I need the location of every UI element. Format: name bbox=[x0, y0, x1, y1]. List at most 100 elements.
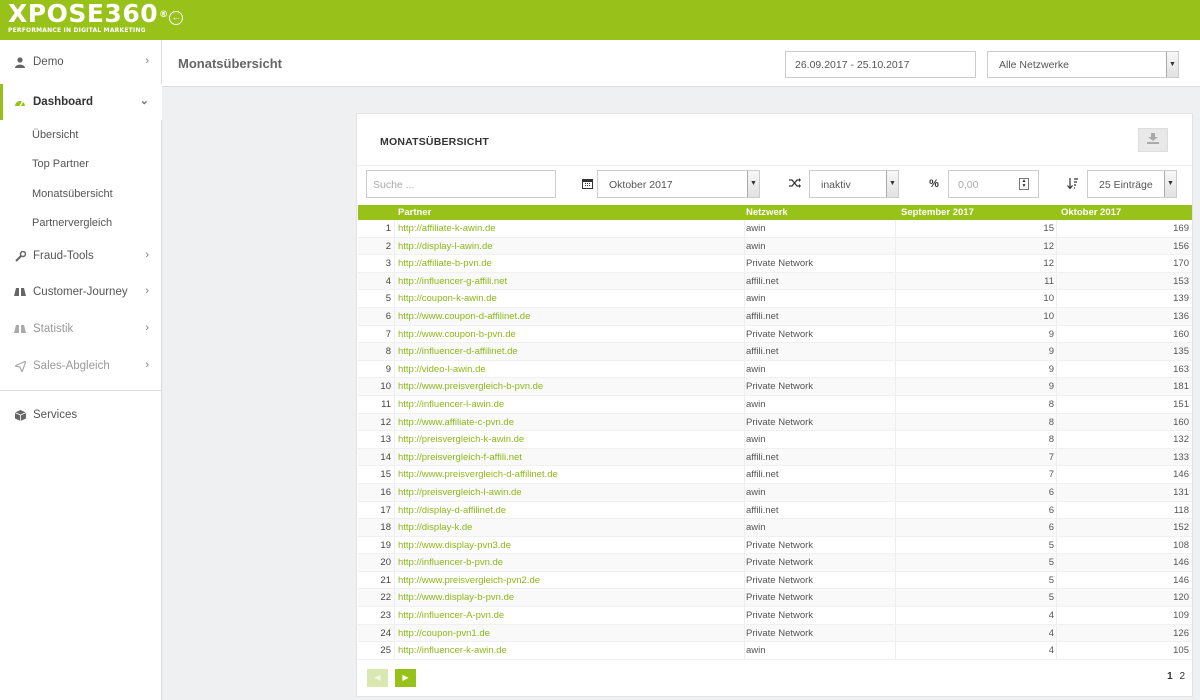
september-value: 5 bbox=[1048, 592, 1054, 604]
sidebar-subitem-partnervergleich[interactable]: Partnervergleich bbox=[32, 217, 112, 229]
column-divider bbox=[394, 395, 395, 413]
sidebar-subitem-top-partner[interactable]: Top Partner bbox=[32, 158, 89, 170]
column-header-september[interactable]: September 2017 bbox=[901, 207, 974, 218]
page-link-1[interactable]: 1 bbox=[1167, 671, 1173, 682]
partner-link[interactable]: http://influencer-l-awin.de bbox=[398, 399, 504, 410]
logo[interactable]: XPOSE360® PERFORMANCE IN DIGITAL MARKETI… bbox=[8, 1, 169, 35]
column-divider bbox=[744, 237, 745, 255]
oktober-value: 160 bbox=[1173, 416, 1189, 428]
sidebar-item-statistik[interactable]: Statistik › bbox=[0, 311, 162, 347]
row-index: 22 bbox=[380, 592, 391, 604]
table-row: 2 http://display-l-awin.de awin 12 156 bbox=[358, 237, 1192, 256]
column-divider bbox=[744, 501, 745, 519]
collapse-sidebar-icon[interactable]: ← bbox=[169, 11, 183, 25]
entries-select[interactable]: 25 Einträge ▼ bbox=[1087, 170, 1177, 198]
sidebar-subitem-uebersicht[interactable]: Übersicht bbox=[32, 129, 78, 141]
month-select[interactable]: Oktober 2017 ▼ bbox=[597, 170, 760, 198]
partner-link[interactable]: http://preisvergleich-l-awin.de bbox=[398, 487, 522, 498]
column-divider bbox=[394, 343, 395, 360]
partner-link[interactable]: http://coupon-pvn1.de bbox=[398, 628, 490, 639]
column-divider bbox=[1056, 378, 1057, 395]
sidebar-item-fraud-tools[interactable]: Fraud-Tools › bbox=[0, 238, 162, 274]
pagination: 1 2 bbox=[1163, 671, 1185, 682]
sidebar-item-label: Sales-Abgleich bbox=[33, 360, 110, 372]
shuffle-icon bbox=[788, 178, 802, 191]
partner-link[interactable]: http://influencer-k-awin.de bbox=[398, 645, 507, 656]
september-value: 9 bbox=[1048, 346, 1054, 358]
sidebar-divider bbox=[0, 390, 162, 391]
partner-link[interactable]: http://influencer-A-pvn.de bbox=[398, 610, 504, 621]
partner-link[interactable]: http://display-l-awin.de bbox=[398, 241, 493, 252]
previous-page-button[interactable]: ◀ bbox=[367, 669, 388, 687]
column-divider bbox=[744, 589, 745, 607]
network-select-value: Alle Netzwerke bbox=[999, 59, 1070, 71]
table-row: 8 http://influencer-d-affilinet.de affili.… bbox=[358, 343, 1192, 361]
partner-link[interactable]: http://influencer-b-pvn.de bbox=[398, 557, 503, 568]
network-select[interactable]: Alle Netzwerke ▼ bbox=[987, 51, 1179, 78]
partner-link[interactable]: http://preisvergleich-f-affili.net bbox=[398, 452, 522, 463]
column-divider bbox=[895, 395, 896, 413]
september-value: 4 bbox=[1048, 645, 1054, 657]
partner-link[interactable]: http://www.preisvergleich-b-pvn.de bbox=[398, 381, 543, 392]
download-button[interactable] bbox=[1138, 128, 1168, 152]
partner-link[interactable]: http://display-d-affilinet.de bbox=[398, 505, 506, 516]
sidebar-item-dashboard[interactable]: Dashboard ⌄ bbox=[0, 84, 162, 120]
network-cell: affili.net bbox=[746, 275, 779, 287]
date-range-input[interactable]: 26.09.2017 - 25.10.2017 bbox=[785, 51, 976, 78]
sidebar-subitem-monatsuebersicht[interactable]: Monatsübersicht bbox=[32, 188, 113, 200]
column-divider bbox=[895, 554, 896, 571]
table-row: 18 http://display-k.de awin 6 152 bbox=[358, 519, 1192, 537]
partner-link[interactable]: http://affiliate-b-pvn.de bbox=[398, 258, 492, 269]
table-row: 14 http://preisvergleich-f-affili.net affi… bbox=[358, 448, 1192, 467]
page-link-2[interactable]: 2 bbox=[1179, 671, 1185, 682]
row-index: 17 bbox=[380, 504, 391, 516]
partner-link[interactable]: http://www.coupon-b-pvn.de bbox=[398, 329, 516, 340]
partner-link[interactable]: http://coupon-k-awin.de bbox=[398, 293, 497, 304]
sidebar-item-sales-abgleich[interactable]: Sales-Abgleich › bbox=[0, 348, 162, 384]
partner-link[interactable]: http://www.display-pvn3.de bbox=[398, 540, 511, 551]
column-divider bbox=[394, 272, 395, 290]
column-divider bbox=[1056, 237, 1057, 255]
network-cell: Private Network bbox=[746, 574, 814, 586]
oktober-value: 163 bbox=[1173, 363, 1189, 375]
network-cell: affili.net bbox=[746, 310, 779, 322]
september-value: 6 bbox=[1048, 504, 1054, 516]
oktober-value: 136 bbox=[1173, 310, 1189, 322]
percent-input[interactable]: 0,00 ▲ ▼ bbox=[948, 170, 1039, 198]
row-index: 20 bbox=[380, 557, 391, 569]
sidebar-item-customer-journey[interactable]: Customer-Journey › bbox=[0, 274, 162, 310]
column-divider bbox=[394, 325, 395, 343]
row-index: 12 bbox=[380, 416, 391, 428]
partner-link[interactable]: http://www.coupon-d-affilinet.de bbox=[398, 311, 530, 322]
partner-link[interactable]: http://video-l-awin.de bbox=[398, 364, 486, 375]
partner-link[interactable]: http://www.preisvergleich-pvn2.de bbox=[398, 575, 540, 586]
partner-link[interactable]: http://preisvergleich-k-awin.de bbox=[398, 434, 524, 445]
sidebar-item-services[interactable]: Services bbox=[0, 397, 162, 433]
monthly-overview-card: MONATSÜBERSICHT Suche ... Oktober 2017 ▼… bbox=[356, 113, 1193, 697]
column-divider bbox=[744, 220, 745, 237]
column-header-netzwerk[interactable]: Netzwerk bbox=[746, 207, 788, 218]
column-header-oktober[interactable]: Oktober 2017 bbox=[1061, 207, 1121, 218]
search-input[interactable]: Suche ... bbox=[366, 170, 556, 198]
partner-link[interactable]: http://www.affiliate-c-pvn.de bbox=[398, 417, 514, 428]
row-index: 19 bbox=[380, 539, 391, 551]
table-row: 17 http://display-d-affilinet.de affili.ne… bbox=[358, 501, 1192, 520]
card-title: MONATSÜBERSICHT bbox=[380, 136, 489, 148]
partner-link[interactable]: http://influencer-g-affili.net bbox=[398, 276, 507, 287]
chevron-right-icon: › bbox=[145, 285, 149, 297]
partner-link[interactable]: http://affiliate-k-awin.de bbox=[398, 223, 496, 234]
stepper-icon[interactable]: ▲ ▼ bbox=[1019, 178, 1029, 190]
column-divider bbox=[1056, 290, 1057, 307]
partner-link[interactable]: http://display-k.de bbox=[398, 522, 472, 533]
column-header-partner[interactable]: Partner bbox=[398, 207, 431, 218]
mode-select[interactable]: inaktiv ▼ bbox=[809, 170, 899, 198]
next-page-button[interactable]: ▶ bbox=[395, 669, 416, 687]
network-cell: awin bbox=[746, 240, 766, 252]
column-divider bbox=[1056, 483, 1057, 501]
partner-link[interactable]: http://www.preisvergleich-d-affilinet.de bbox=[398, 469, 558, 480]
september-value: 5 bbox=[1048, 557, 1054, 569]
row-index: 11 bbox=[381, 398, 391, 410]
sidebar-item-demo[interactable]: Demo › bbox=[0, 44, 162, 80]
partner-link[interactable]: http://influencer-d-affilinet.de bbox=[398, 346, 518, 357]
partner-link[interactable]: http://www.display-b-pvn.de bbox=[398, 592, 514, 603]
